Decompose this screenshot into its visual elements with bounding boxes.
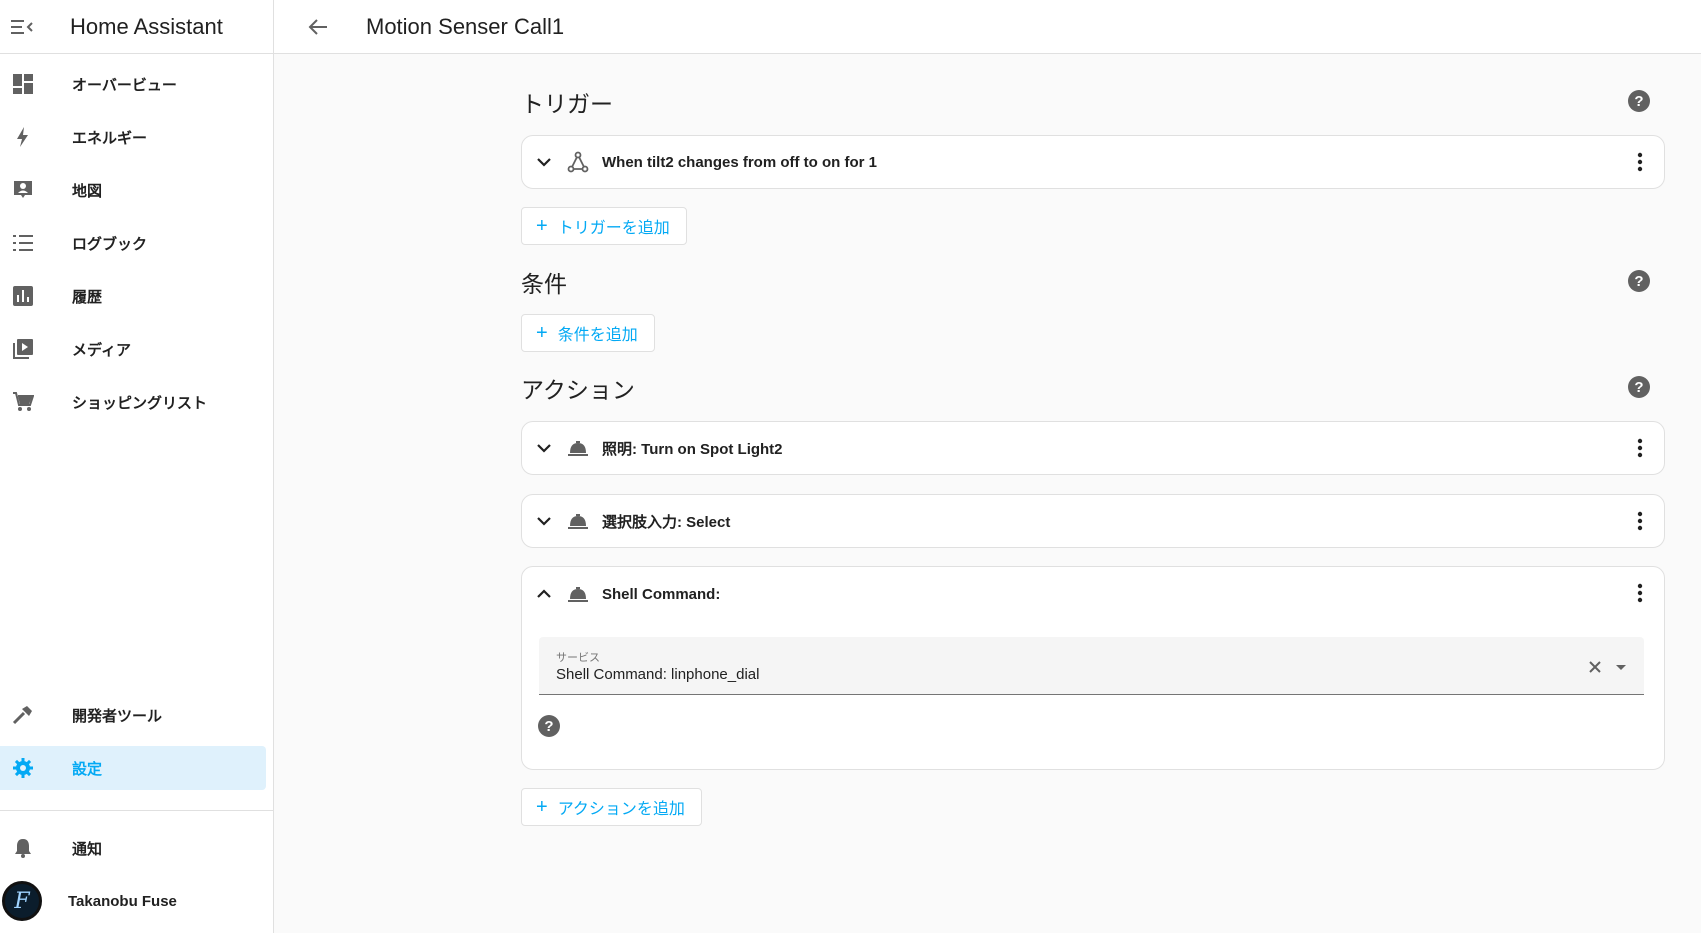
bell-icon (11, 836, 35, 860)
sidebar-item-label: 地図 (72, 182, 103, 200)
chevron-down-icon[interactable] (532, 436, 556, 460)
state-change-icon (566, 150, 590, 174)
trigger-card: When tilt2 changes from off to on for 1 (521, 135, 1665, 189)
sidebar-item-media[interactable]: メディア (0, 327, 266, 371)
cart-icon (11, 390, 35, 414)
sidebar-item-label: エネルギー (72, 129, 148, 147)
help-icon[interactable]: ? (537, 714, 561, 738)
sidebar-item-shopping-list[interactable]: ショッピングリスト (0, 380, 266, 424)
hammer-icon (11, 703, 35, 727)
close-icon[interactable] (1586, 658, 1604, 676)
service-field[interactable]: サービス Shell Command: linphone_dial (539, 637, 1644, 695)
help-icon[interactable]: ? (1627, 89, 1651, 113)
plus-icon: + (536, 796, 548, 818)
service-bell-icon (566, 582, 590, 606)
sidebar-item-label: メディア (72, 341, 131, 359)
list-icon (11, 231, 35, 255)
svg-text:?: ? (544, 718, 553, 735)
action-card-expanded: Shell Command: サービス Shell Command: linph… (521, 566, 1665, 770)
action-label: 照明: Turn on Spot Light2 (602, 440, 783, 458)
chevron-down-icon[interactable] (532, 150, 556, 174)
sidebar-item-label: 履歴 (72, 288, 103, 306)
sidebar-item-energy[interactable]: エネルギー (0, 115, 266, 159)
help-icon[interactable]: ? (1627, 375, 1651, 399)
service-bell-icon (566, 436, 590, 460)
service-field-value: Shell Command: linphone_dial (556, 666, 760, 683)
page-title: Motion Senser Call1 (366, 13, 565, 39)
top-bar: Motion Senser Call1 (274, 0, 1701, 54)
sidebar-item-label: オーバービュー (72, 76, 177, 94)
action-row[interactable]: Shell Command: (522, 567, 1664, 621)
service-bell-icon (566, 509, 590, 533)
sidebar-item-settings[interactable]: 設定 (0, 746, 266, 790)
more-vert-icon[interactable] (1628, 436, 1652, 460)
sidebar-item-label: ショッピングリスト (72, 394, 208, 412)
chevron-up-icon[interactable] (532, 582, 556, 606)
trigger-label: When tilt2 changes from off to on for 1 (602, 153, 877, 171)
chart-box-icon (11, 284, 35, 308)
sidebar-item-map[interactable]: 地図 (0, 168, 266, 212)
map-account-icon (11, 178, 35, 202)
media-play-icon (11, 337, 35, 361)
trigger-row[interactable]: When tilt2 changes from off to on for 1 (522, 136, 1664, 188)
svg-text:?: ? (1634, 379, 1643, 396)
action-row[interactable]: 選択肢入力: Select (522, 495, 1664, 547)
menu-collapse-icon[interactable] (10, 15, 34, 39)
gear-icon (11, 756, 35, 780)
action-card: 選択肢入力: Select (521, 494, 1665, 548)
avatar: F (2, 881, 42, 921)
conditions-title: 条件 (521, 271, 567, 297)
sidebar-divider (0, 810, 273, 811)
sidebar-item-label: ログブック (72, 235, 148, 253)
service-field-label: サービス (556, 652, 600, 664)
more-vert-icon[interactable] (1628, 581, 1652, 605)
sidebar-item-history[interactable]: 履歴 (0, 274, 266, 318)
plus-icon: + (536, 215, 548, 237)
sidebar-item-notifications[interactable]: 通知 (0, 826, 266, 870)
sidebar: Home Assistant オーバービュー エネルギー 地図 ログブック 履歴… (0, 0, 274, 933)
action-label: Shell Command: (602, 585, 721, 603)
sidebar-item-label: 設定 (72, 760, 103, 778)
chevron-down-icon[interactable] (532, 509, 556, 533)
action-card: 照明: Turn on Spot Light2 (521, 421, 1665, 475)
dashboard-icon (11, 72, 35, 96)
triggers-title: トリガー (521, 91, 613, 117)
app-title: Home Assistant (70, 13, 223, 39)
svg-text:?: ? (1634, 273, 1643, 290)
add-trigger-button[interactable]: + トリガーを追加 (521, 207, 687, 245)
back-arrow-icon[interactable] (306, 15, 330, 39)
lightning-icon (11, 125, 35, 149)
user-name: Takanobu Fuse (68, 892, 177, 910)
more-vert-icon[interactable] (1628, 150, 1652, 174)
plus-icon: + (536, 322, 548, 344)
sidebar-item-label: 通知 (72, 840, 103, 858)
add-action-button[interactable]: + アクションを追加 (521, 788, 702, 826)
svg-text:?: ? (1634, 93, 1643, 110)
help-icon[interactable]: ? (1627, 269, 1651, 293)
actions-title: アクション (521, 377, 635, 403)
add-condition-button[interactable]: + 条件を追加 (521, 314, 655, 352)
action-row[interactable]: 照明: Turn on Spot Light2 (522, 422, 1664, 474)
more-vert-icon[interactable] (1628, 509, 1652, 533)
sidebar-item-label: 開発者ツール (72, 707, 163, 725)
sidebar-header: Home Assistant (0, 0, 273, 54)
dropdown-arrow-icon[interactable] (1612, 658, 1630, 676)
sidebar-item-overview[interactable]: オーバービュー (0, 62, 266, 106)
action-label: 選択肢入力: Select (602, 513, 731, 531)
sidebar-item-user[interactable]: F Takanobu Fuse (0, 879, 266, 923)
sidebar-item-logbook[interactable]: ログブック (0, 221, 266, 265)
sidebar-item-developer-tools[interactable]: 開発者ツール (0, 693, 266, 737)
